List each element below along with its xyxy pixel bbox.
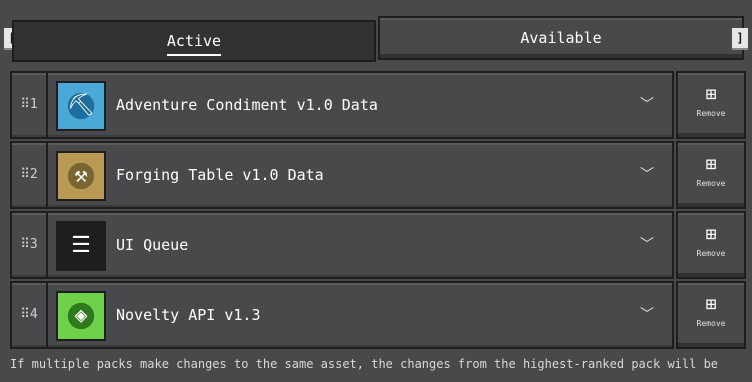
tab-available[interactable]: Available — [378, 16, 744, 60]
remove-button[interactable]: ⊞ Remove — [676, 141, 746, 209]
pack-entry[interactable]: ⠿1 ⛏ Adventure Condiment v1.0 Data ﹀ — [10, 71, 674, 139]
chevron-down-icon[interactable]: ﹀ — [640, 73, 654, 137]
remove-icon: ⊞ — [705, 154, 717, 175]
remove-button[interactable]: ⊞ Remove — [676, 71, 746, 139]
pickaxe-icon: ⛏ — [56, 81, 106, 131]
tab-available-label: Available — [520, 29, 602, 47]
pack-name: Adventure Condiment v1.0 Data — [116, 96, 378, 114]
pack-name: Forging Table v1.0 Data — [116, 166, 324, 184]
pack-name: UI Queue — [116, 236, 189, 254]
pack-entry[interactable]: ⠿3 ☰ UI Queue ﹀ — [10, 211, 674, 279]
pack-name: Novelty API v1.3 — [116, 306, 261, 324]
pack-priority-note: If multiple packs make changes to the sa… — [10, 357, 719, 371]
right-bumper-hint: ] — [732, 28, 748, 48]
list-item[interactable]: ⠿2 ⚒ Forging Table v1.0 Data ﹀ ⊞ Remove — [10, 141, 746, 211]
chevron-down-icon[interactable]: ﹀ — [640, 143, 654, 207]
stack-icon: ☰ — [56, 221, 106, 271]
remove-label: Remove — [696, 319, 726, 328]
remove-icon: ⊞ — [705, 224, 717, 245]
remove-icon: ⊞ — [705, 294, 717, 315]
gem-icon: ◈ — [56, 291, 106, 341]
pack-tabs: [ Active Available ] — [0, 0, 752, 66]
drag-handle[interactable]: ⠿2 — [12, 143, 48, 207]
remove-label: Remove — [696, 179, 726, 188]
tab-active[interactable]: Active — [12, 20, 376, 62]
pack-entry[interactable]: ⠿4 ◈ Novelty API v1.3 ﹀ — [10, 281, 674, 349]
list-item[interactable]: ⠿4 ◈ Novelty API v1.3 ﹀ ⊞ Remove — [10, 281, 746, 351]
tab-active-label: Active — [166, 32, 222, 56]
drag-handle[interactable]: ⠿4 — [12, 283, 48, 347]
chevron-down-icon[interactable]: ﹀ — [640, 283, 654, 347]
remove-icon: ⊞ — [705, 84, 717, 105]
drag-handle[interactable]: ⠿3 — [12, 213, 48, 277]
chevron-down-icon[interactable]: ﹀ — [640, 213, 654, 277]
active-pack-list: ⠿1 ⛏ Adventure Condiment v1.0 Data ﹀ ⊞ R… — [10, 71, 746, 351]
hammer-icon: ⚒ — [56, 151, 106, 201]
pack-entry[interactable]: ⠿2 ⚒ Forging Table v1.0 Data ﹀ — [10, 141, 674, 209]
list-item[interactable]: ⠿3 ☰ UI Queue ﹀ ⊞ Remove — [10, 211, 746, 281]
drag-handle[interactable]: ⠿1 — [12, 73, 48, 137]
remove-label: Remove — [696, 109, 726, 118]
remove-button[interactable]: ⊞ Remove — [676, 281, 746, 349]
remove-button[interactable]: ⊞ Remove — [676, 211, 746, 279]
remove-label: Remove — [696, 249, 726, 258]
list-item[interactable]: ⠿1 ⛏ Adventure Condiment v1.0 Data ﹀ ⊞ R… — [10, 71, 746, 141]
